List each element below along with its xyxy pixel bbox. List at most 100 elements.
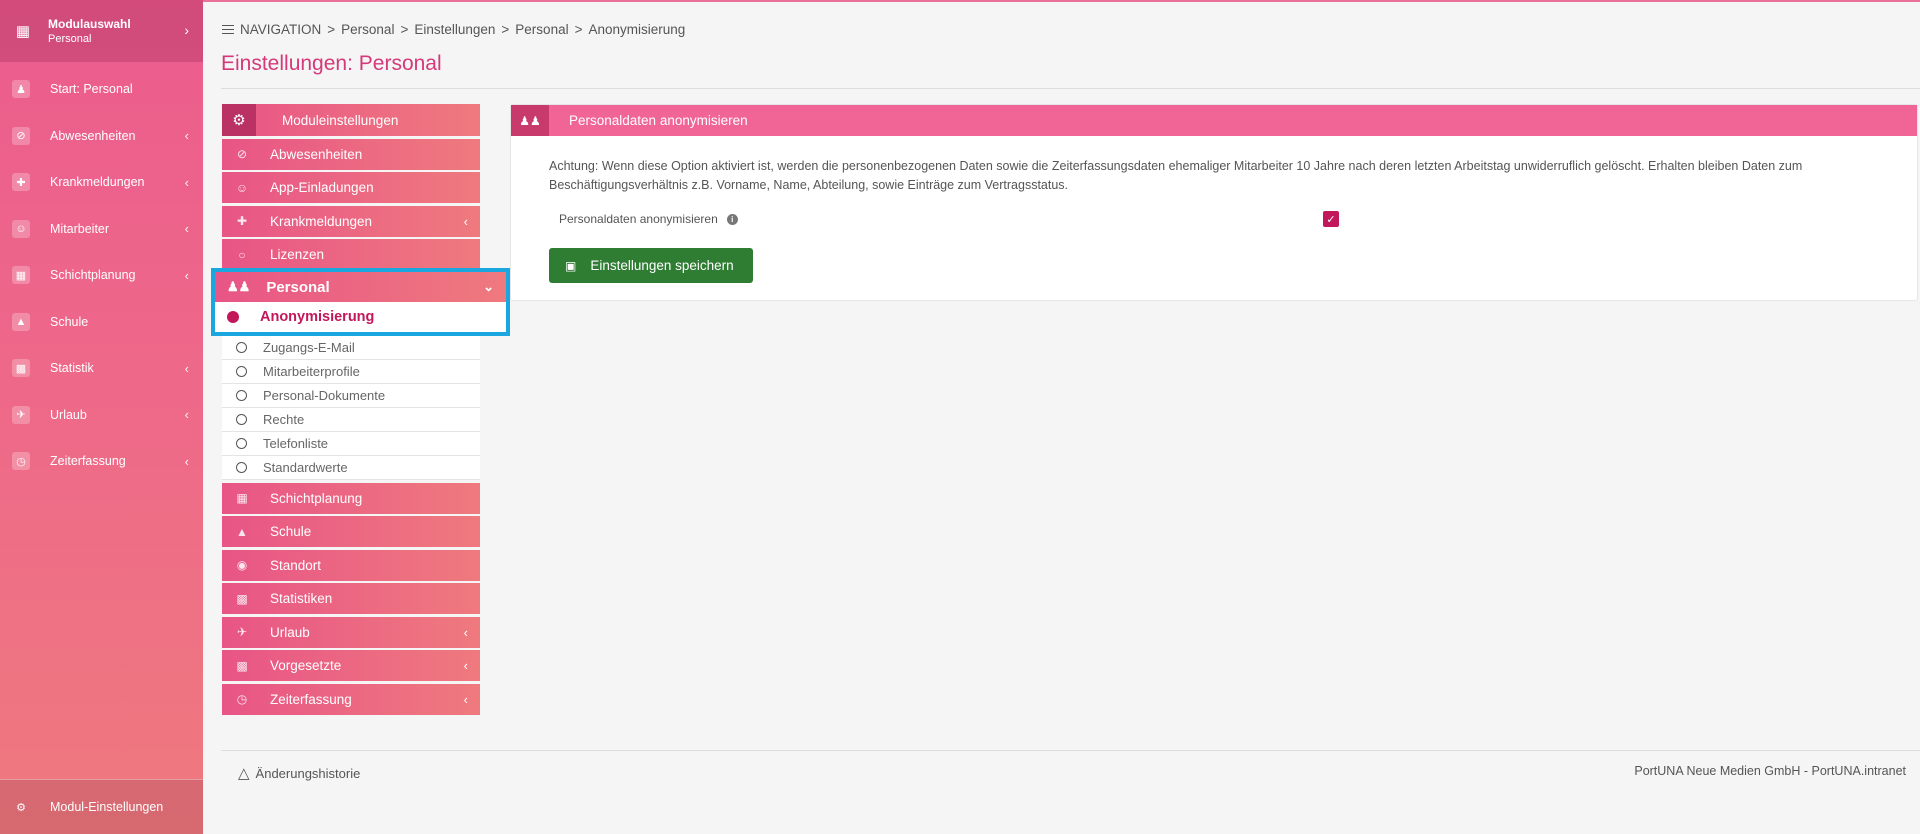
- module-sidebar: ▦ Modulauswahl Personal › ♟ Start: Perso…: [0, 0, 203, 834]
- gear-icon: ⚙: [16, 801, 26, 814]
- warning-triangle-icon: △: [238, 765, 250, 782]
- settings-item-schule[interactable]: ▲ Schule: [222, 516, 480, 547]
- circle-outline-icon: [236, 438, 247, 449]
- submenu-item-zugangs-email[interactable]: Zugangs-E-Mail: [222, 336, 480, 360]
- hamburger-menu-icon[interactable]: [222, 22, 234, 37]
- graduation-cap-icon: ▲: [236, 524, 248, 539]
- users-icon: ♟: [12, 80, 30, 99]
- breadcrumb-separator: >: [501, 22, 510, 37]
- chevron-left-icon: ‹: [463, 213, 468, 229]
- circle-icon: ○: [238, 247, 246, 262]
- chevron-right-icon: ›: [184, 22, 189, 38]
- settings-item-statistiken[interactable]: ▩ Statistiken: [222, 583, 480, 614]
- submenu-item-mitarbeiterprofile[interactable]: Mitarbeiterprofile: [222, 360, 480, 384]
- breadcrumb-navigation[interactable]: NAVIGATION: [240, 22, 321, 37]
- user-icon: ☺: [235, 180, 249, 195]
- breadcrumb-separator: >: [400, 22, 409, 37]
- settings-item-krankmeldungen[interactable]: ✚ Krankmeldungen ‹: [222, 205, 480, 237]
- sidebar-item-schule[interactable]: ▲ Schule: [0, 299, 203, 346]
- settings-item-personal[interactable]: ♟♟ Personal ⌄: [215, 272, 506, 302]
- module-selector-title: Modulauswahl: [48, 17, 131, 31]
- sidebar-item-krankmeldungen[interactable]: ✚ Krankmeldungen ‹: [0, 159, 203, 206]
- medical-plus-icon: ✚: [12, 173, 30, 192]
- calendar-table-icon: ▦: [236, 491, 248, 505]
- info-icon[interactable]: i: [726, 213, 738, 225]
- settings-item-standort[interactable]: ◉ Standort: [222, 549, 480, 581]
- settings-menu-title: Moduleinstellungen: [282, 112, 399, 128]
- chevron-left-icon: ‹: [184, 360, 189, 376]
- ban-icon: ⊘: [236, 147, 248, 161]
- settings-item-lizenzen[interactable]: ○ Lizenzen: [222, 239, 480, 270]
- settings-item-urlaub[interactable]: ✈ Urlaub ‹: [222, 616, 480, 648]
- circle-outline-icon: [236, 462, 247, 473]
- sidebar-item-label: Start: Personal: [50, 82, 133, 97]
- change-history-label: Änderungshistorie: [255, 765, 361, 781]
- circle-outline-icon: [236, 390, 247, 401]
- circle-outline-icon: [236, 366, 247, 377]
- sidebar-item-label: Schule: [50, 314, 89, 329]
- sidebar-item-mitarbeiter[interactable]: ☺ Mitarbeiter ‹: [0, 206, 203, 253]
- settings-item-label: Statistiken: [270, 591, 333, 606]
- chevron-left-icon: ‹: [463, 658, 468, 673]
- panel-description: Achtung: Wenn diese Option aktiviert ist…: [549, 159, 1803, 192]
- plane-icon: ✈: [236, 625, 248, 639]
- floppy-disk-icon: ▣: [565, 258, 577, 273]
- submenu-item-personal-dokumente[interactable]: Personal-Dokumente: [222, 384, 480, 408]
- personal-submenu: Zugangs-E-Mail Mitarbeiterprofile Person…: [222, 336, 480, 480]
- settings-menu-header: ⚙ Moduleinstellungen: [222, 104, 480, 136]
- settings-item-label: Lizenzen: [270, 247, 325, 262]
- settings-item-label: Zeiterfassung: [270, 691, 352, 707]
- map-pin-icon: ◉: [236, 558, 248, 572]
- chevron-left-icon: ‹: [184, 267, 189, 283]
- chevron-left-icon: ‹: [184, 221, 189, 237]
- user-icon: ☺: [12, 219, 30, 238]
- clock-icon: ◷: [236, 692, 248, 706]
- chevron-left-icon: ‹: [184, 407, 189, 423]
- settings-item-label: Krankmeldungen: [270, 213, 373, 229]
- sidebar-item-urlaub[interactable]: ✈ Urlaub ‹: [0, 392, 203, 439]
- calendar-table-icon: ▦: [12, 266, 30, 285]
- sidebar-item-schichtplanung[interactable]: ▦ Schichtplanung ‹: [0, 252, 203, 299]
- settings-item-label: Abwesenheiten: [270, 146, 363, 162]
- chevron-left-icon: ‹: [184, 453, 189, 469]
- circle-outline-icon: [236, 342, 247, 353]
- chevron-left-icon: ‹: [463, 624, 468, 640]
- footer-copyright: PortUNA Neue Medien GmbH - PortUNA.intra…: [1634, 764, 1906, 778]
- sidebar-item-label: Zeiterfassung: [50, 454, 126, 469]
- change-history-link[interactable]: △ Änderungshistorie: [238, 764, 360, 782]
- settings-item-app-einladungen[interactable]: ☺ App-Einladungen: [222, 172, 480, 203]
- save-settings-button[interactable]: ▣ Einstellungen speichern: [549, 248, 753, 283]
- settings-item-label: Schule: [270, 524, 312, 539]
- submenu-item-label-active: Anonymisierung: [260, 309, 375, 325]
- module-selector[interactable]: ▦ Modulauswahl Personal ›: [0, 0, 203, 62]
- active-dot-icon: [227, 311, 239, 323]
- submenu-item-label: Standardwerte: [263, 460, 348, 475]
- plane-icon: ✈: [12, 405, 30, 424]
- settings-item-abwesenheiten[interactable]: ⊘ Abwesenheiten: [222, 138, 480, 170]
- settings-item-vorgesetzte[interactable]: ▩ Vorgesetzte ‹: [222, 650, 480, 681]
- submenu-item-label: Rechte: [263, 412, 305, 427]
- medical-plus-icon: ✚: [236, 214, 248, 228]
- submenu-item-telefonliste[interactable]: Telefonliste: [222, 432, 480, 456]
- sidebar-item-modul-einstellungen[interactable]: ⚙ Modul-Einstellungen: [0, 779, 203, 834]
- chart-icon: ▩: [236, 658, 248, 673]
- save-settings-label: Einstellungen speichern: [590, 258, 734, 273]
- users-icon: ♟♟: [227, 279, 251, 294]
- breadcrumb-item[interactable]: Personal: [515, 22, 568, 37]
- submenu-item-rechte[interactable]: Rechte: [222, 408, 480, 432]
- breadcrumb-item[interactable]: Einstellungen: [414, 22, 495, 37]
- option-label: Personaldaten anonymisieren i: [559, 212, 738, 226]
- chevron-down-icon: ⌄: [483, 279, 494, 294]
- submenu-item-standardwerte[interactable]: Standardwerte: [222, 456, 480, 480]
- sidebar-item-start-personal[interactable]: ♟ Start: Personal: [0, 66, 203, 113]
- submenu-item-label: Mitarbeiterprofile: [263, 364, 360, 379]
- gear-icon: ⚙: [222, 104, 256, 136]
- settings-item-schichtplanung[interactable]: ▦ Schichtplanung: [222, 482, 480, 514]
- settings-item-zeiterfassung[interactable]: ◷ Zeiterfassung ‹: [222, 683, 480, 715]
- sidebar-item-zeiterfassung[interactable]: ◷ Zeiterfassung ‹: [0, 438, 203, 485]
- submenu-item-anonymisierung[interactable]: Anonymisierung: [215, 302, 506, 332]
- anonymize-checkbox[interactable]: ✓: [1323, 211, 1339, 227]
- sidebar-item-abwesenheiten[interactable]: ⊘ Abwesenheiten ‹: [0, 113, 203, 160]
- sidebar-item-statistik[interactable]: ▩ Statistik ‹: [0, 345, 203, 392]
- breadcrumb-item[interactable]: Personal: [341, 22, 394, 37]
